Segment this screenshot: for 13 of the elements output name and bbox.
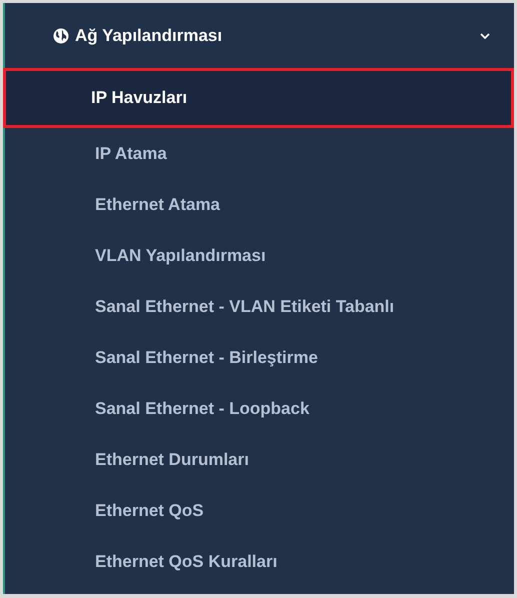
menu-item[interactable]: IP Havuzları [3,68,514,128]
menu-item[interactable]: VLAN Yapılandırması [5,230,514,281]
menu-item[interactable]: Sanal Ethernet - VLAN Etiketi Tabanlı [5,281,514,332]
menu-item[interactable]: Sanal Ethernet - Loopback [5,383,514,434]
menu-item[interactable]: Sanal Ethernet - Birleştirme [5,332,514,383]
menu-item[interactable]: IP Atama [5,128,514,179]
globe-icon [53,28,69,44]
menu-item[interactable]: Ethernet Atama [5,179,514,230]
section-header[interactable]: Ağ Yapılandırması [5,3,514,68]
menu-item[interactable]: Ethernet QoS [5,485,514,536]
menu-item[interactable]: Ethernet Durumları [5,434,514,485]
section-title: Ağ Yapılandırması [75,26,224,46]
menu-item[interactable]: Ethernet QoS Kuralları [5,536,514,587]
